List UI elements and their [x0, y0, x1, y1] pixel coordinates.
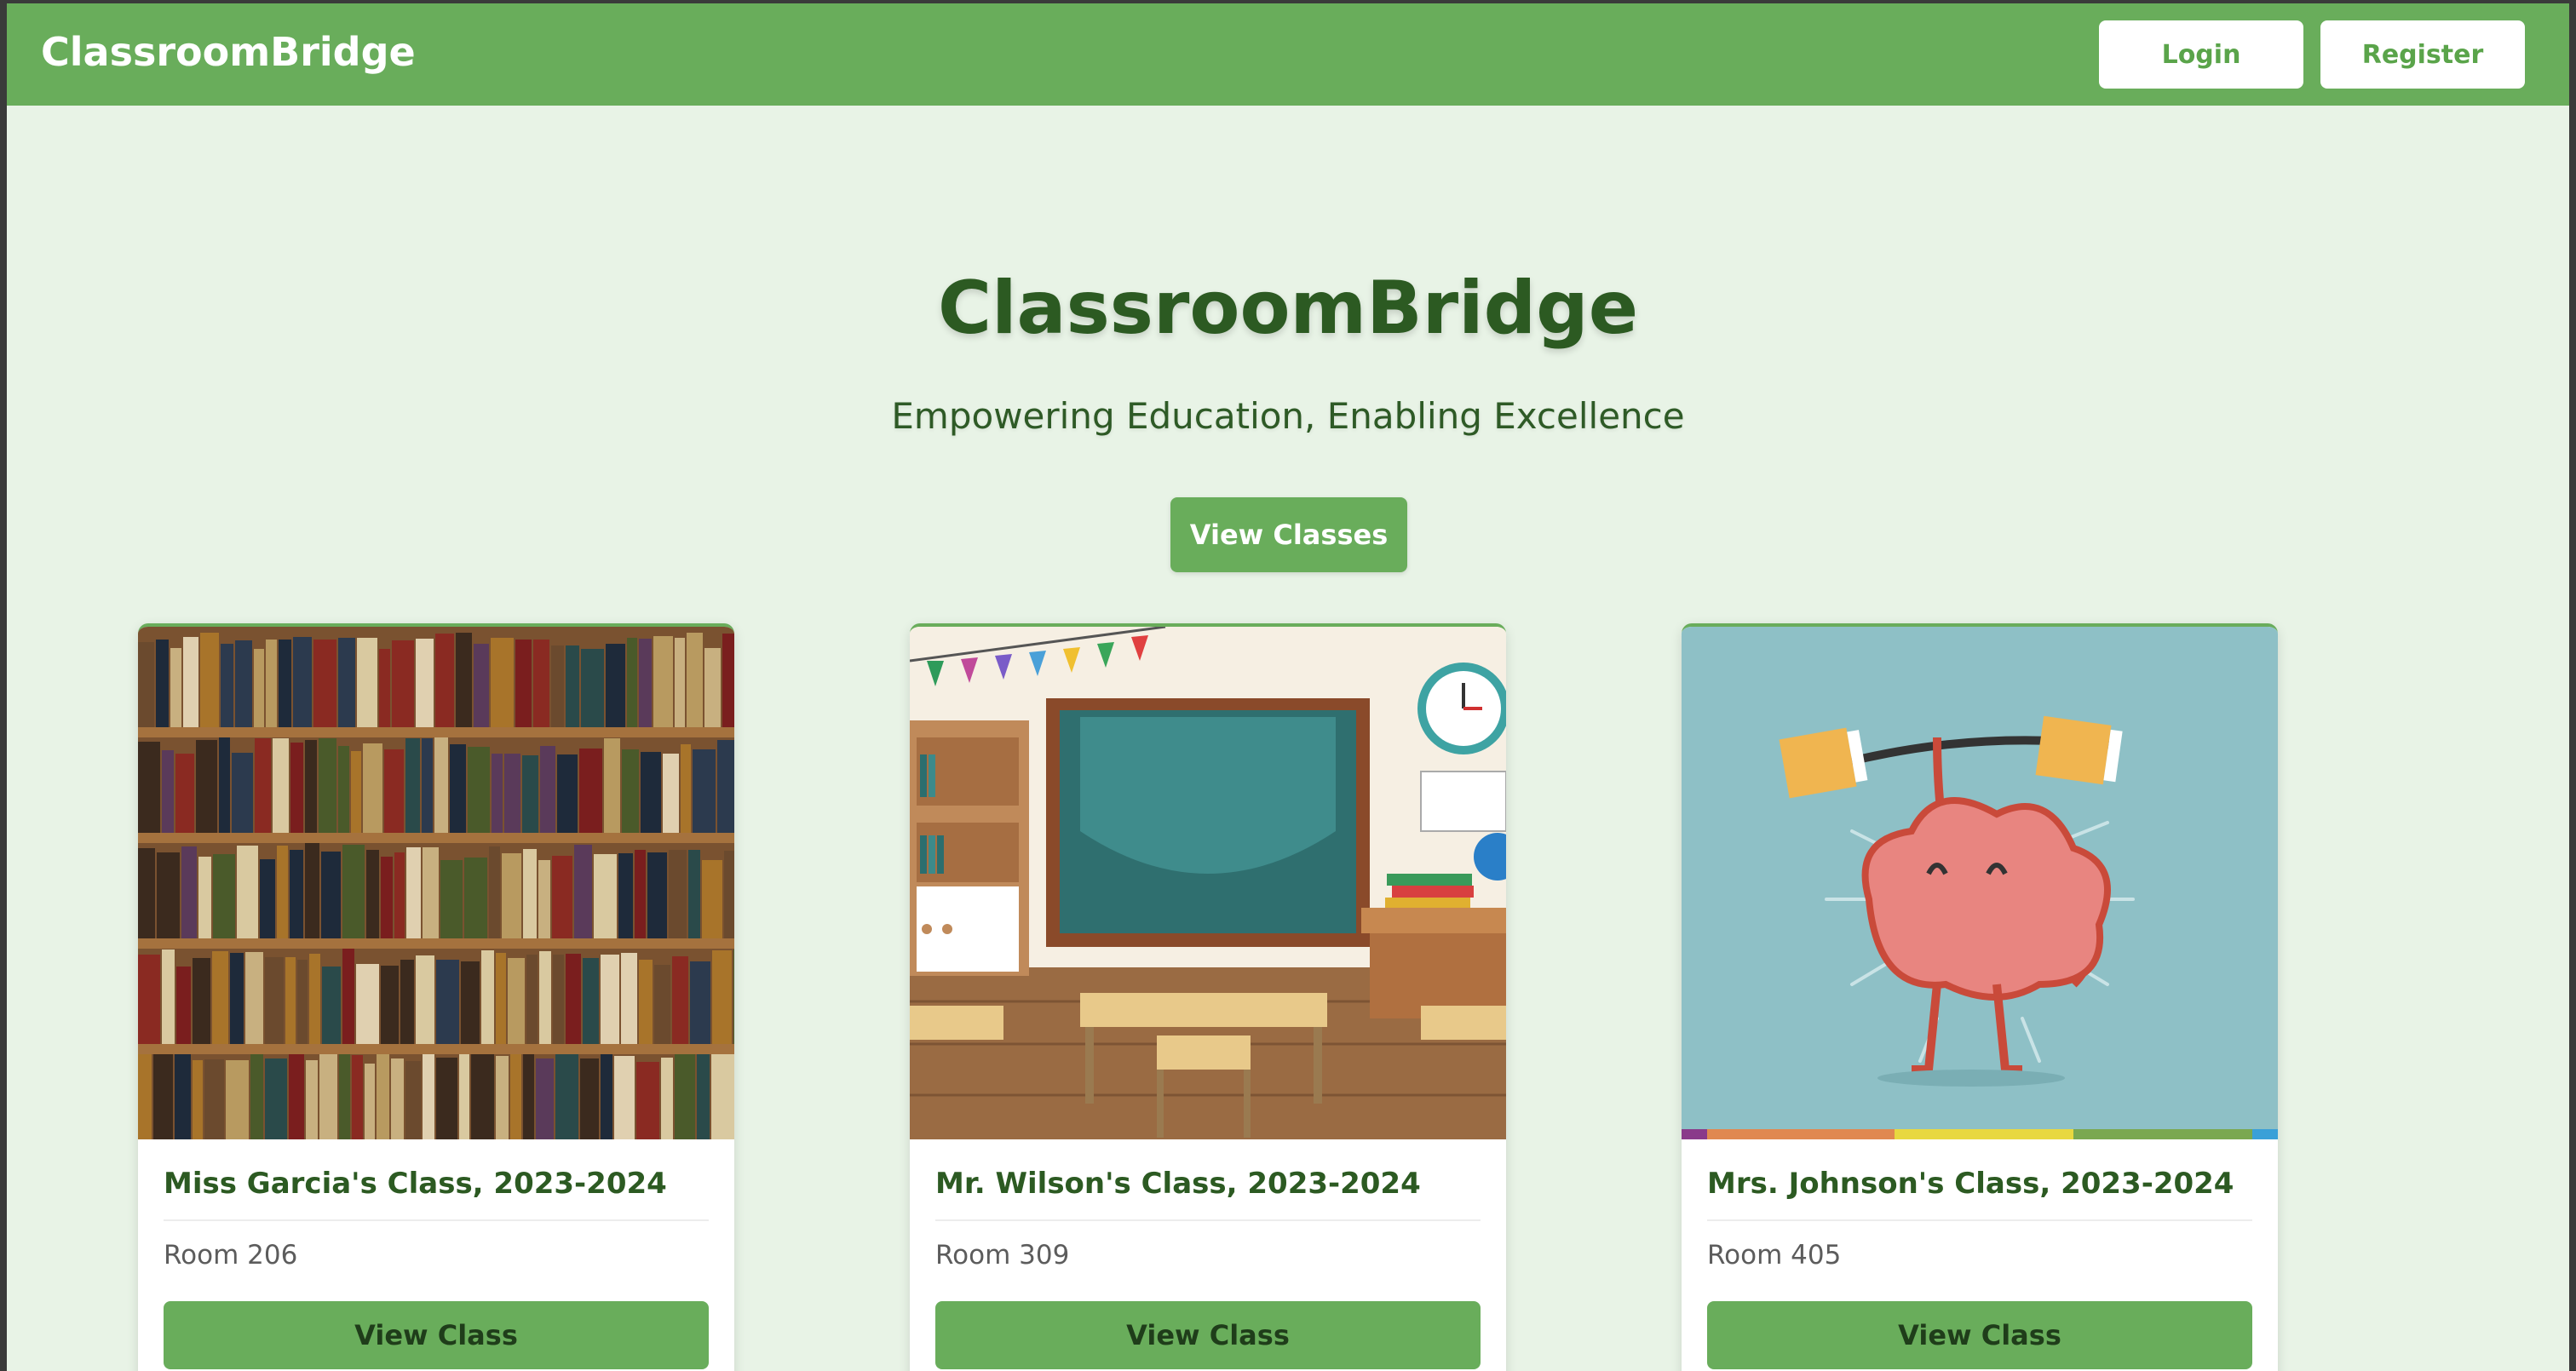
classroom-image: [910, 627, 1506, 1139]
hero-title: ClassroomBridge: [937, 266, 1639, 351]
view-class-button[interactable]: View Class: [1707, 1301, 2252, 1369]
divider: [935, 1219, 1481, 1221]
class-card: Miss Garcia's Class, 2023-2024 Room 206 …: [138, 623, 734, 1371]
class-title: Miss Garcia's Class, 2023-2024: [164, 1167, 667, 1201]
class-title: Mrs. Johnson's Class, 2023-2024: [1707, 1167, 2234, 1201]
view-class-button[interactable]: View Class: [935, 1301, 1481, 1369]
class-room: Room 309: [935, 1240, 1070, 1271]
hero-subtitle: Empowering Education, Enabling Excellenc…: [891, 395, 1685, 437]
class-room: Room 206: [164, 1240, 298, 1271]
divider: [1707, 1219, 2252, 1221]
login-button[interactable]: Login: [2099, 20, 2303, 89]
class-title: Mr. Wilson's Class, 2023-2024: [935, 1167, 1421, 1201]
class-card: Mrs. Johnson's Class, 2023-2024 Room 405…: [1682, 623, 2278, 1371]
app-window: ClassroomBridge Login Register Classroom…: [7, 3, 2569, 1371]
class-room: Room 405: [1707, 1240, 1842, 1271]
class-card: Mr. Wilson's Class, 2023-2024 Room 309 V…: [910, 623, 1506, 1371]
view-classes-button[interactable]: View Classes: [1170, 497, 1407, 572]
brain-image: [1682, 627, 2278, 1139]
divider: [164, 1219, 709, 1221]
view-class-button[interactable]: View Class: [164, 1301, 709, 1369]
register-button[interactable]: Register: [2320, 20, 2525, 89]
top-navbar: ClassroomBridge Login Register: [7, 3, 2569, 106]
bookshelf-image: [138, 627, 734, 1139]
brand-logo-text[interactable]: ClassroomBridge: [41, 29, 416, 75]
